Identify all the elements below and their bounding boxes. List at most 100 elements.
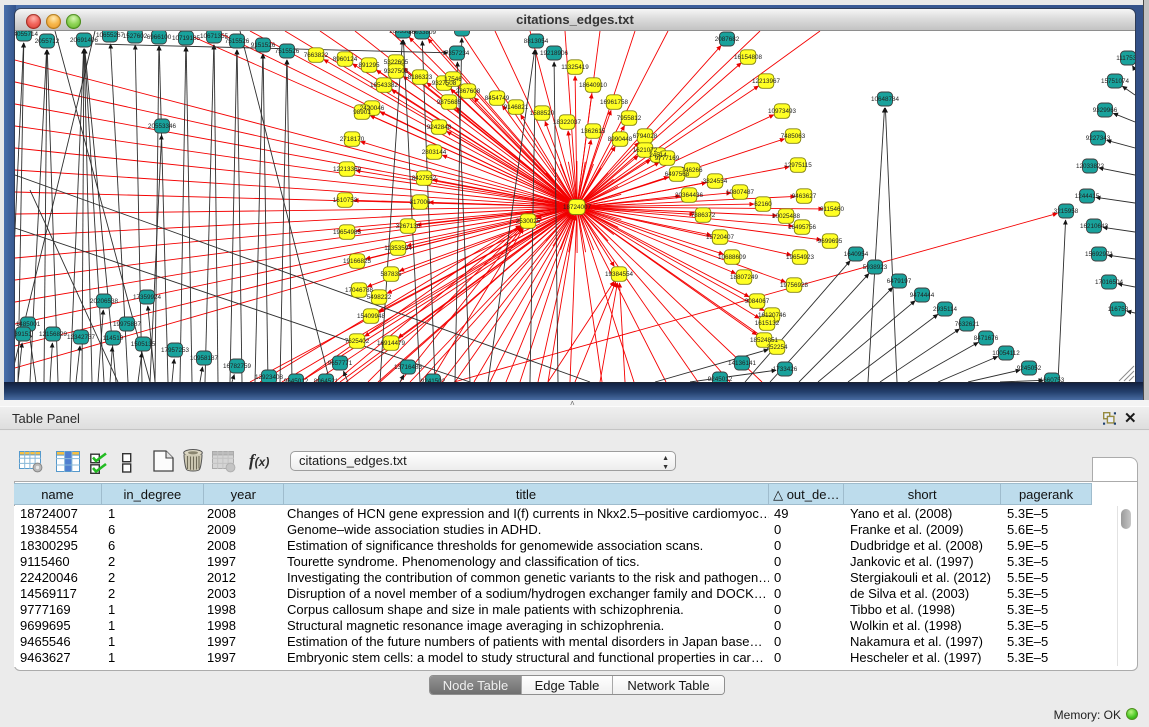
svg-text:9084067: 9084067 <box>745 298 770 305</box>
svg-text:16210643: 16210643 <box>1080 223 1109 230</box>
svg-text:9875685: 9875685 <box>437 99 462 106</box>
svg-text:18322037: 18322037 <box>553 119 582 126</box>
svg-text:8427552: 8427552 <box>412 175 437 182</box>
svg-text:13716485: 13716485 <box>394 364 423 371</box>
svg-text:17546: 17546 <box>444 76 462 83</box>
svg-text:15751074: 15751074 <box>1101 78 1130 85</box>
svg-text:1244415: 1244415 <box>1075 193 1100 200</box>
svg-text:10688609: 10688609 <box>718 254 747 261</box>
svg-text:6497568: 6497568 <box>665 171 690 178</box>
svg-text:2055712: 2055712 <box>35 38 60 45</box>
svg-text:39151: 39151 <box>15 331 32 338</box>
svg-text:12342737: 12342737 <box>67 334 96 341</box>
svg-text:12213967: 12213967 <box>752 78 781 85</box>
svg-text:9463627: 9463627 <box>792 193 817 200</box>
svg-text:10655267: 10655267 <box>96 32 125 39</box>
svg-text:15409948: 15409948 <box>357 313 386 320</box>
svg-text:587835: 587835 <box>380 271 402 278</box>
svg-text:14055714: 14055714 <box>15 31 38 38</box>
svg-text:8064521: 8064521 <box>314 378 339 382</box>
svg-text:9327503: 9327503 <box>384 68 409 75</box>
svg-text:7625402: 7625402 <box>345 338 370 345</box>
svg-text:9242848: 9242848 <box>427 124 452 131</box>
svg-text:12213369: 12213369 <box>333 166 362 173</box>
svg-text:19218906: 19218906 <box>540 50 569 57</box>
svg-text:1733426: 1733426 <box>773 366 798 373</box>
svg-text:17957253: 17957253 <box>161 347 190 354</box>
svg-text:16033809: 16033809 <box>408 31 437 36</box>
svg-text:2935114: 2935114 <box>933 306 958 313</box>
svg-text:1117532: 1117532 <box>1116 55 1135 62</box>
svg-text:8186323: 8186323 <box>408 74 433 81</box>
svg-text:7515526: 7515526 <box>225 38 250 45</box>
svg-text:114519: 114519 <box>103 335 124 342</box>
svg-text:19654923: 19654923 <box>786 254 815 261</box>
svg-text:9657771: 9657771 <box>328 360 353 367</box>
svg-text:20206538: 20206538 <box>90 298 119 305</box>
svg-text:15692971: 15692971 <box>1085 251 1114 258</box>
svg-text:317006: 317006 <box>409 199 431 206</box>
svg-text:7485063: 7485063 <box>781 133 806 140</box>
svg-text:19756928: 19756928 <box>780 282 809 289</box>
svg-text:19384554: 19384554 <box>605 271 634 278</box>
svg-text:1660753: 1660753 <box>1040 377 1065 382</box>
svg-text:19975887: 19975887 <box>113 321 142 328</box>
svg-text:9329966: 9329966 <box>1093 107 1118 114</box>
svg-text:8960124: 8960124 <box>333 56 358 63</box>
svg-text:1615132: 1615132 <box>755 320 780 327</box>
svg-text:8990448: 8990448 <box>608 136 633 143</box>
svg-text:17359924: 17359924 <box>133 294 162 301</box>
svg-text:11353594: 11353594 <box>384 245 412 252</box>
svg-text:10648784: 10648784 <box>871 96 900 103</box>
svg-text:9241502: 9241502 <box>421 378 446 382</box>
svg-text:1588520: 1588520 <box>530 110 555 117</box>
svg-text:2867608: 2867608 <box>456 88 481 95</box>
svg-text:18724007: 18724007 <box>563 204 592 211</box>
svg-text:16961758: 16961758 <box>600 99 629 106</box>
svg-text:18807249: 18807249 <box>730 274 759 281</box>
svg-text:16782759: 16782759 <box>223 363 252 370</box>
svg-text:3215958: 3215958 <box>1054 208 1079 215</box>
svg-text:252254: 252254 <box>766 344 788 351</box>
svg-text:1610753: 1610753 <box>333 197 358 204</box>
svg-text:18524851: 18524851 <box>750 337 779 344</box>
svg-text:3824554: 3824554 <box>703 178 728 185</box>
svg-text:16543382: 16543382 <box>370 82 399 89</box>
svg-text:12156829: 12156829 <box>39 331 68 338</box>
svg-text:16914479: 16914479 <box>377 340 406 347</box>
svg-text:10958187: 10958187 <box>190 355 219 362</box>
svg-text:20364436: 20364436 <box>675 192 704 199</box>
svg-text:15720407: 15720407 <box>706 234 735 241</box>
svg-text:8471676: 8471676 <box>974 335 999 342</box>
svg-text:12923408: 12923408 <box>255 374 284 381</box>
svg-text:2530025: 2530025 <box>516 218 541 225</box>
svg-text:9699695: 9699695 <box>818 238 843 245</box>
svg-text:9474444: 9474444 <box>910 292 935 299</box>
svg-text:18640910: 18640910 <box>579 82 608 89</box>
svg-text:10807487: 10807487 <box>726 189 755 196</box>
svg-text:19166825: 19166825 <box>343 258 372 265</box>
svg-text:5322605: 5322605 <box>384 59 409 66</box>
svg-text:16495756: 16495756 <box>788 224 817 231</box>
svg-text:17046788: 17046788 <box>345 287 374 294</box>
svg-text:9146821: 9146821 <box>504 104 529 111</box>
svg-text:20691406: 20691406 <box>70 37 99 44</box>
svg-text:2087682: 2087682 <box>715 36 740 43</box>
svg-text:20553346: 20553346 <box>148 123 177 130</box>
svg-text:891295: 891295 <box>358 62 380 69</box>
svg-text:7886372: 7886372 <box>691 212 716 219</box>
svg-text:17016504: 17016504 <box>1095 279 1124 286</box>
svg-text:10054112: 10054112 <box>992 350 1020 357</box>
svg-text:10973493: 10973493 <box>768 108 797 115</box>
svg-text:116753: 116753 <box>1108 306 1129 313</box>
svg-text:7515526: 7515526 <box>275 48 300 55</box>
svg-text:6479197: 6479197 <box>887 278 912 285</box>
svg-text:11325419: 11325419 <box>561 64 589 71</box>
svg-text:16154808: 16154808 <box>734 54 763 61</box>
svg-text:14136141: 14136141 <box>728 360 757 367</box>
svg-text:16120746: 16120746 <box>758 312 787 319</box>
svg-text:19654985: 19654985 <box>333 229 362 236</box>
svg-text:12033822: 12033822 <box>1076 163 1105 170</box>
svg-text:62160: 62160 <box>754 201 772 208</box>
svg-text:7663822: 7663822 <box>304 52 329 59</box>
